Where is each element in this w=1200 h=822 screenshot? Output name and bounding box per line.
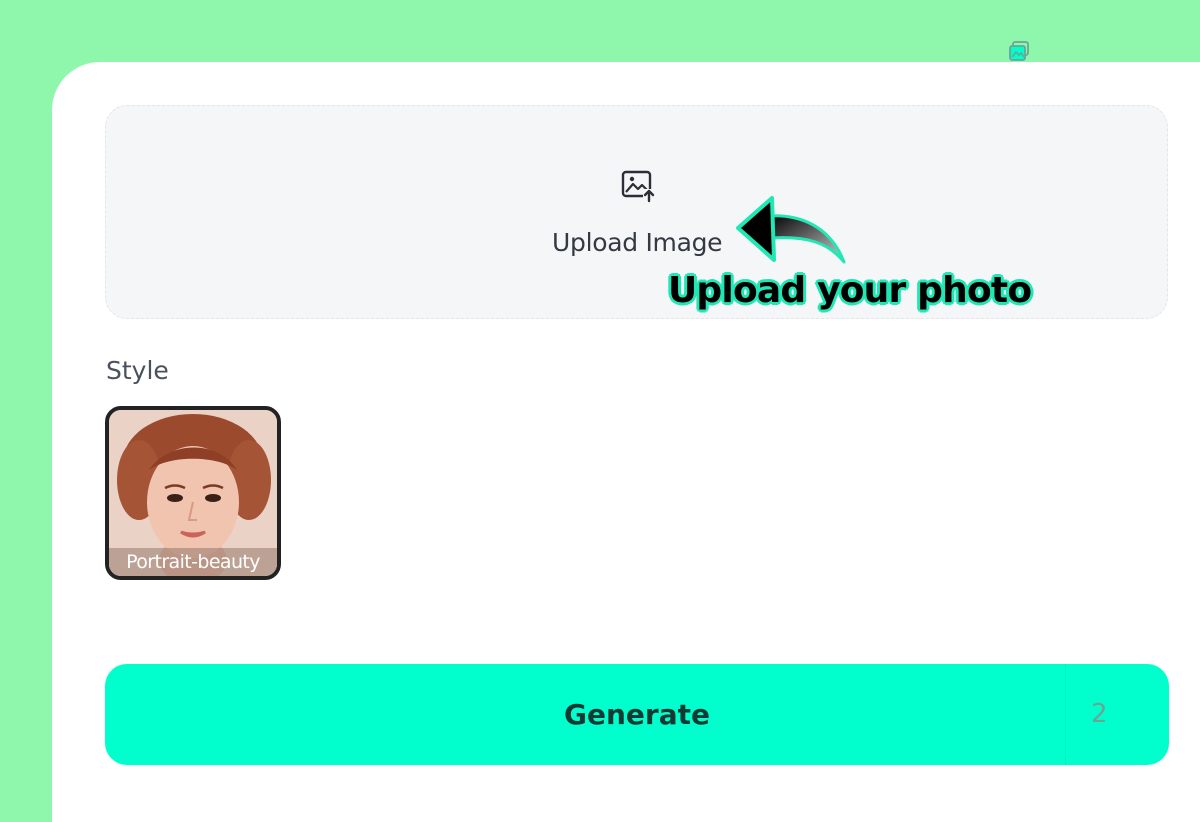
cost-divider [1065,664,1066,765]
style-option-label: Portrait-beauty [109,548,277,576]
upload-callout-text: Upload your photo [668,270,1032,311]
style-section-title: Style [106,356,169,385]
image-upload-icon[interactable] [619,167,657,205]
style-option-portrait-beauty[interactable]: Portrait-beauty [105,406,281,580]
credit-cost: 2 [1091,699,1108,729]
generate-button[interactable]: Generate 2 [105,664,1169,765]
upload-label[interactable]: Upload Image [552,228,723,257]
images-icon [1009,41,1029,61]
generate-label: Generate [564,698,710,731]
